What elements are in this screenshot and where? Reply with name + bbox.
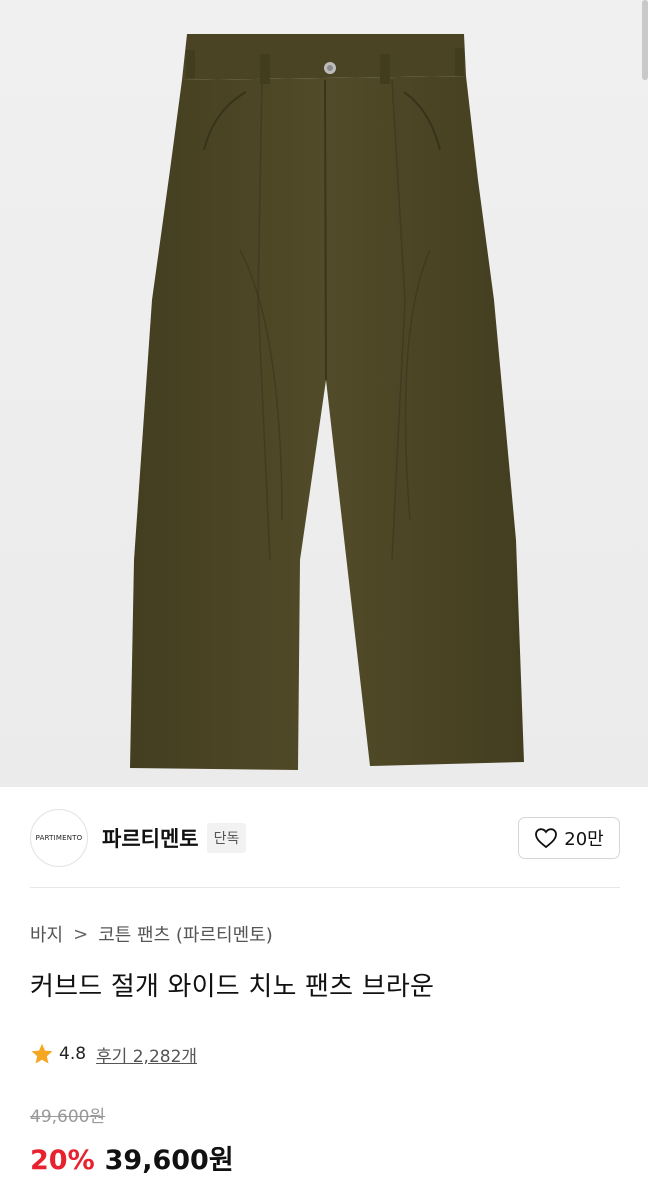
brand-logo[interactable]: PARTIMENTO: [30, 809, 88, 867]
review-count-link[interactable]: 후기 2,282개: [96, 1042, 197, 1067]
rating-score: 4.8: [59, 1044, 87, 1064]
breadcrumb-subcategory[interactable]: 코튼 팬츠 (파르티멘토): [98, 921, 273, 947]
product-image[interactable]: [0, 0, 648, 787]
breadcrumb: 바지 > 코튼 팬츠 (파르티멘토): [30, 920, 273, 948]
breadcrumb-category[interactable]: 바지: [30, 921, 63, 947]
discount-rate: 20%: [30, 1145, 95, 1176]
divider: [30, 887, 620, 888]
heart-outline-icon: [535, 828, 558, 849]
chevron-right-icon: >: [73, 923, 89, 945]
exclusive-badge: 단독: [206, 823, 247, 853]
like-button[interactable]: 20만: [518, 817, 620, 859]
like-count: 20만: [564, 829, 604, 850]
brand-name[interactable]: 파르티멘토: [102, 823, 199, 853]
rating-row: 4.8 후기 2,282개: [30, 1040, 197, 1068]
pants-illustration: [130, 34, 524, 770]
brand-row[interactable]: PARTIMENTO 파르티멘토 단독 20만: [30, 808, 620, 868]
product-title: 커브드 절개 와이드 치노 팬츠 브라운: [30, 972, 435, 1002]
sale-price: 39,600원: [104, 1145, 234, 1176]
scrollbar[interactable]: [642, 0, 648, 80]
original-price: 49,600원: [30, 1107, 106, 1127]
price-row: 20% 39,600원: [30, 1138, 234, 1177]
star-icon: [31, 1043, 53, 1064]
